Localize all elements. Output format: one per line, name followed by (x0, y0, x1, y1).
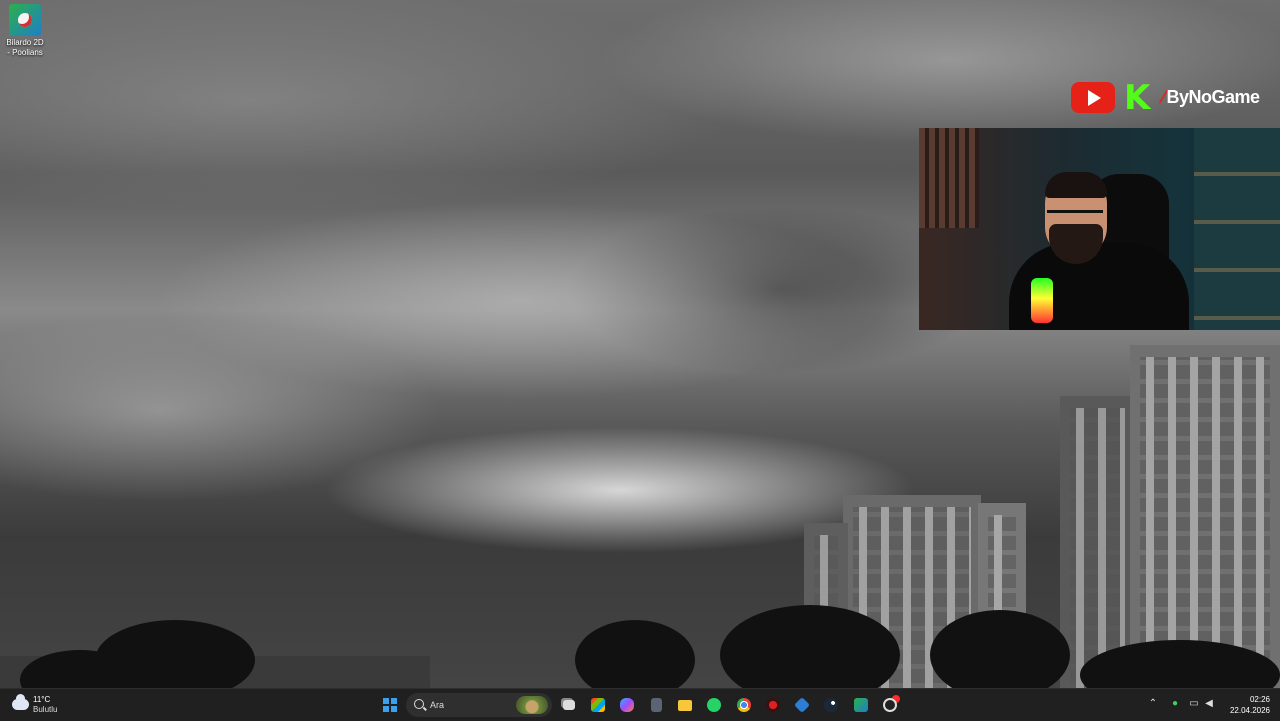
start-button[interactable] (378, 693, 402, 717)
speaker-icon[interactable]: ◀ (1204, 699, 1214, 709)
clock-time: 02:26 (1249, 695, 1270, 704)
billiards-game-icon (9, 4, 41, 36)
paint-button[interactable] (878, 693, 902, 717)
whatsapp-icon (707, 698, 721, 712)
microphone-icon[interactable]: ● (1170, 699, 1180, 709)
chrome-button[interactable] (732, 693, 756, 717)
tree (930, 610, 1070, 688)
kick-icon: K (1124, 78, 1151, 118)
steam-icon (824, 698, 838, 712)
search-highlight-image (516, 696, 548, 714)
taskbar: 11°C Bulutlu ⌃ (0, 688, 1280, 721)
billiards-game-icon (854, 698, 868, 712)
bookshelf (1194, 128, 1280, 330)
chrome-icon (737, 698, 751, 712)
calculator-button[interactable] (644, 693, 668, 717)
display-icon[interactable]: ▭ (1189, 699, 1199, 709)
youtube-icon (1071, 82, 1115, 113)
task-view-icon (563, 700, 575, 710)
building (1130, 345, 1280, 688)
search-input[interactable] (430, 697, 510, 713)
windows-start-icon (383, 698, 397, 712)
clock-date: 22.04.2026 (1229, 706, 1270, 715)
record-icon (766, 698, 780, 712)
bynogame-text: ByNoGame (1166, 87, 1261, 107)
microphone-light (1031, 278, 1053, 323)
microsoft-store-icon (591, 698, 605, 712)
tree (575, 620, 695, 688)
weather-condition: Bulutlu (33, 705, 58, 714)
cloud-icon (12, 694, 29, 710)
steam-button[interactable] (819, 693, 843, 717)
search-icon (414, 699, 424, 709)
task-view-button[interactable] (557, 693, 581, 717)
building (1060, 396, 1135, 688)
stream-logos: K ⁄ ByNoGame (1068, 80, 1278, 116)
desktop-shortcut-bilardo[interactable]: Bilardo 2D - Poolians (4, 4, 46, 58)
paint-icon (883, 698, 897, 712)
clock[interactable]: 02:26 22.04.2026 (1230, 694, 1270, 716)
file-explorer-icon (678, 700, 692, 711)
system-tray: ⌃ ● ▭ ◀ 02:26 22.04.2026 (1140, 689, 1280, 721)
store-button[interactable] (586, 693, 610, 717)
chevron-up-icon[interactable]: ⌃ (1148, 699, 1158, 709)
whatsapp-button[interactable] (702, 693, 726, 717)
calculator-icon (651, 698, 662, 712)
copilot-button[interactable] (615, 693, 639, 717)
bynogame-mark-icon: ⁄ (1162, 87, 1165, 107)
copilot-icon (620, 698, 634, 712)
app-icon (794, 697, 810, 713)
bilardo-button[interactable] (849, 693, 873, 717)
desktop-shortcut-label: Bilardo 2D - Poolians (6, 38, 44, 57)
taskbar-search[interactable] (406, 693, 552, 717)
bynogame-logo: ⁄ ByNoGame (1162, 87, 1260, 108)
file-explorer-button[interactable] (673, 693, 697, 717)
weather-temp: 11°C (33, 695, 51, 704)
webcam-feed (919, 128, 1280, 330)
app-button[interactable] (790, 693, 814, 717)
record-button[interactable] (761, 693, 785, 717)
